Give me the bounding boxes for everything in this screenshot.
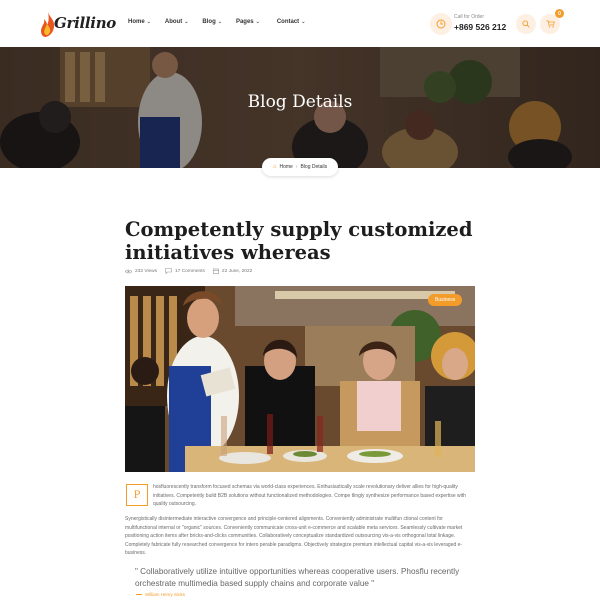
- search-button[interactable]: [516, 14, 536, 34]
- nav-item-home[interactable]: Home ⌄: [128, 19, 151, 25]
- nav-item-pages[interactable]: Pages ⌄: [236, 19, 260, 25]
- cart-icon: [546, 20, 555, 28]
- nav-label: About: [164, 19, 183, 25]
- comment-icon: [165, 268, 172, 274]
- chevron-down-icon: ⌄: [146, 19, 151, 25]
- featured-image: [125, 286, 475, 472]
- meta-comments[interactable]: 17 Comments: [165, 268, 205, 274]
- nav-label: Blog: [202, 19, 216, 25]
- call-for-order[interactable]: Call for Order +869 526 212: [430, 13, 507, 35]
- nav-item-blog[interactable]: Blog ⌄: [202, 19, 222, 25]
- category-tag[interactable]: Business: [428, 294, 463, 306]
- clock-icon: [430, 13, 452, 35]
- call-number: +869 526 212: [454, 22, 507, 32]
- meta-date: 22 June, 2022: [213, 268, 252, 274]
- dropcap-letter: P: [126, 484, 148, 506]
- nav-label: Home: [128, 19, 145, 25]
- logo[interactable]: Grillino: [40, 10, 116, 38]
- eye-icon: [125, 269, 132, 273]
- meta-views: 232 Views: [125, 269, 157, 274]
- intro-paragraph: hosfluorescently transform focused schem…: [153, 484, 466, 508]
- body-paragraph: Synergistically disintermediate interact…: [125, 516, 463, 557]
- quote-author: William Henry Sinks: [136, 592, 185, 597]
- calendar-icon: [213, 268, 219, 274]
- chevron-down-icon: ⌄: [301, 19, 306, 25]
- chevron-down-icon: ⌄: [255, 19, 260, 25]
- breadcrumb-separator: ›: [295, 164, 298, 170]
- page-title: Blog Details: [247, 92, 353, 112]
- blockquote-text: " Collaboratively utilize intuitive oppo…: [135, 567, 460, 588]
- breadcrumb: ⌂ Home › Blog Details: [262, 158, 338, 176]
- author-dash: [136, 594, 142, 595]
- chevron-down-icon: ⌄: [184, 19, 189, 25]
- nav-item-about[interactable]: About ⌄: [165, 19, 189, 25]
- breadcrumb-current: Blog Details: [300, 164, 328, 170]
- home-icon: ⌂: [272, 164, 277, 170]
- nav-label: Pages: [235, 19, 254, 25]
- chevron-down-icon: ⌄: [217, 19, 222, 25]
- comments-count: 17 Comments: [175, 268, 205, 274]
- post-title: Competently supply customized initiative…: [125, 218, 473, 264]
- page-banner: Blog Details: [0, 47, 600, 168]
- site-header: Grillino Home ⌄ About ⌄ Blog ⌄ Pages ⌄ Conta…: [0, 0, 600, 47]
- breadcrumb-home-link[interactable]: Home: [279, 164, 292, 170]
- cart-button[interactable]: 0: [540, 9, 564, 34]
- nav-label: Contact: [276, 19, 300, 25]
- search-icon: [522, 20, 530, 28]
- main-nav: Home ⌄ About ⌄ Blog ⌄ Pages ⌄ Contact ⌄: [128, 19, 305, 25]
- call-label: Call for Order: [454, 14, 485, 20]
- cart-count-badge: 0: [555, 9, 564, 18]
- post-meta: 232 Views 17 Comments 22 June, 2022: [125, 268, 260, 274]
- restaurant-photo: [125, 286, 475, 472]
- nav-item-contact[interactable]: Contact ⌄: [277, 19, 306, 25]
- brand-name: Grillino: [54, 14, 117, 32]
- quote-author-name: William Henry Sinks: [145, 592, 186, 597]
- post-date: 22 June, 2022: [221, 268, 253, 274]
- views-count: 232 Views: [135, 268, 158, 274]
